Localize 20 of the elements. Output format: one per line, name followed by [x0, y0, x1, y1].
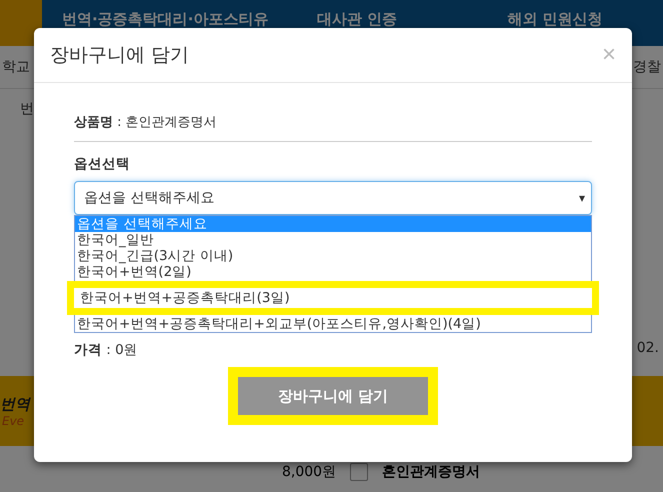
option-item[interactable]: 옵션을 선택해주세요 — [75, 216, 591, 232]
dialog-title: 장바구니에 담기 — [50, 43, 190, 68]
caret-icon: ▾ — [578, 191, 585, 205]
option-heading: 옵션선택 — [74, 155, 131, 173]
price-info: 가격 : 0원 — [74, 341, 139, 359]
menu-item[interactable]: 번 — [20, 100, 34, 118]
product-name: 혼인관계증명서 — [382, 463, 480, 481]
option-select[interactable]: 옵션을 선택해주세요 ▾ — [74, 181, 592, 215]
price-text: 8,000원 — [282, 463, 336, 481]
add-to-cart-button[interactable]: 장바구니에 담기 — [228, 367, 438, 425]
nav-item[interactable]: 번역·공증촉탁대리·아포스티유 — [62, 10, 318, 29]
nav-item[interactable]: 해외 민원신청 — [508, 10, 663, 29]
date-text: 02. — [636, 340, 659, 356]
product-checkbox[interactable] — [350, 463, 368, 481]
option-item[interactable]: 한국어+번역+공증촉탁대리(3일) — [67, 281, 599, 315]
banner-title: 번역 — [0, 394, 30, 414]
product-info: 상품명 : 혼인관계증명서 — [74, 115, 217, 130]
subnav-item[interactable]: 경찰 — [633, 58, 661, 76]
nav-item[interactable]: 대사관 인증 — [317, 10, 508, 29]
subnav-item[interactable]: 학교 — [2, 58, 30, 76]
